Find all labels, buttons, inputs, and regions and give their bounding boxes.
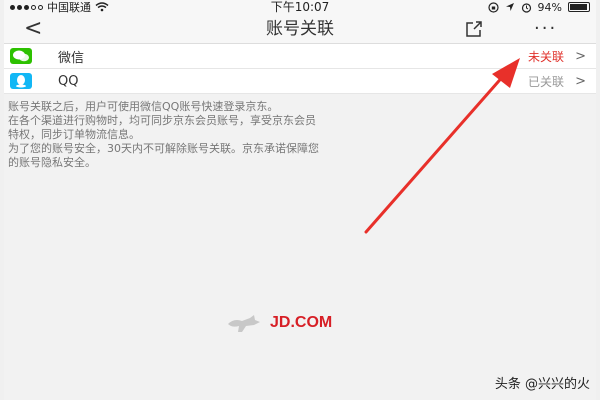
annotation-arrow <box>364 58 520 234</box>
watermark: 头条 @兴兴的火 <box>494 377 590 392</box>
